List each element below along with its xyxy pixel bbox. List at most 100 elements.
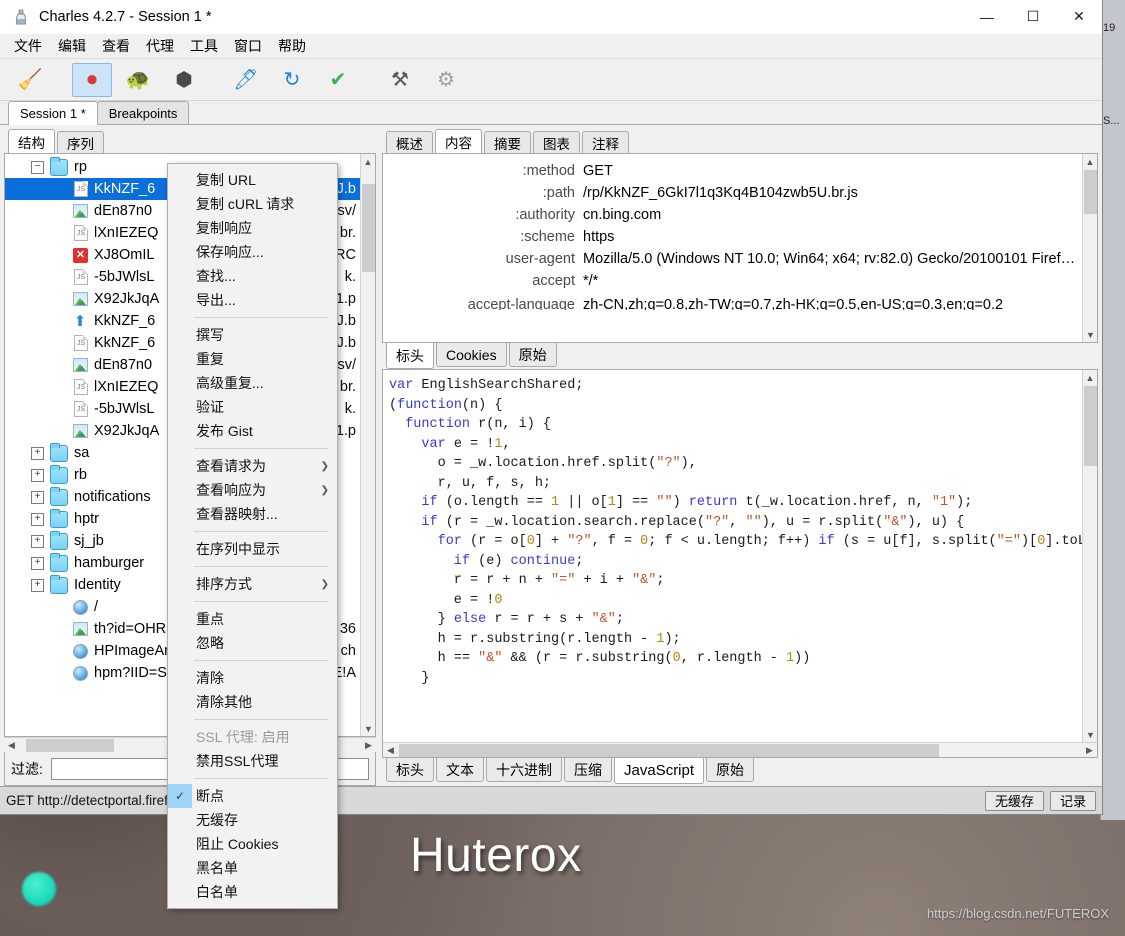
tools-icon[interactable]: ⚒	[380, 63, 420, 97]
code-scroll-thumb[interactable]	[1084, 386, 1097, 466]
tab-contents[interactable]: 内容	[435, 129, 482, 153]
menu-help[interactable]: 帮助	[270, 34, 314, 58]
ctx-disable-ssl-proxy[interactable]: 禁用SSL代理	[168, 749, 337, 773]
ctx-advanced-repeat[interactable]: 高级重复...	[168, 371, 337, 395]
tab-req-cookies[interactable]: Cookies	[436, 343, 507, 367]
ctx-viewer-mapping[interactable]: 查看器映射...	[168, 502, 337, 526]
ctx-view-response-as[interactable]: 查看响应为 ❯	[168, 478, 337, 502]
ctx-validate[interactable]: 验证	[168, 395, 337, 419]
ctx-save-response[interactable]: 保存响应...	[168, 240, 337, 264]
ctx-show-in-sequence[interactable]: 在序列中显示	[168, 537, 337, 561]
tab-breakpoints[interactable]: Breakpoints	[96, 101, 190, 124]
menu-edit[interactable]: 编辑	[50, 34, 94, 58]
ctx-clear[interactable]: 清除	[168, 666, 337, 690]
ctx-view-request-as[interactable]: 查看请求为 ❯	[168, 454, 337, 478]
ctx-allowlist[interactable]: 白名单	[168, 880, 337, 904]
menu-window[interactable]: 窗口	[226, 34, 270, 58]
tab-summary[interactable]: 摘要	[484, 131, 531, 153]
breakpoints-hex-icon[interactable]: ⬢	[164, 63, 204, 97]
chevron-right-icon: ❯	[320, 460, 329, 472]
tab-notes[interactable]: 注释	[582, 131, 629, 153]
tab-res-javascript[interactable]: JavaScript	[614, 758, 705, 784]
tab-sequence[interactable]: 序列	[57, 131, 104, 153]
tab-req-raw[interactable]: 原始	[508, 343, 557, 367]
tab-res-raw[interactable]: 原始	[706, 758, 755, 782]
code-vertical-scrollbar[interactable]: ▲ ▼	[1082, 370, 1097, 742]
ctx-repeat[interactable]: 重复	[168, 347, 337, 371]
scroll-down-icon[interactable]: ▼	[361, 721, 376, 736]
tree-toggle-plus[interactable]: +	[31, 534, 44, 548]
menu-tools[interactable]: 工具	[182, 34, 226, 58]
tab-chart[interactable]: 图表	[533, 131, 580, 153]
scroll-left-icon[interactable]: ◀	[4, 740, 19, 751]
code-line: }	[389, 669, 1082, 689]
throttle-turtle-icon[interactable]: 🐢	[118, 63, 158, 97]
tab-overview[interactable]: 概述	[386, 131, 433, 153]
tab-res-compressed[interactable]: 压缩	[564, 758, 612, 782]
ctx-export[interactable]: 导出...	[168, 288, 337, 312]
context-menu[interactable]: 复制 URL 复制 cURL 请求 复制响应 保存响应... 查找... 导出... 撰写重…	[167, 163, 338, 909]
scroll-up-icon[interactable]: ▲	[361, 154, 375, 169]
ctx-find[interactable]: 查找...	[168, 264, 337, 288]
tab-res-headers[interactable]: 标头	[386, 758, 434, 782]
ctx-sort-by[interactable]: 排序方式 ❯	[168, 572, 337, 596]
ctx-clear-other[interactable]: 清除其他	[168, 690, 337, 714]
tab-res-text[interactable]: 文本	[436, 758, 484, 782]
ctx-compose[interactable]: 撰写	[168, 323, 337, 347]
tab-res-hex[interactable]: 十六进制	[486, 758, 562, 782]
tree-toggle-minus[interactable]: −	[31, 160, 44, 174]
code-horizontal-scrollbar[interactable]: ◀ ▶	[383, 742, 1097, 757]
scroll-thumb[interactable]	[362, 184, 375, 272]
javascript-code-viewer[interactable]: var EnglishSearchShared; (function(n) { f…	[383, 370, 1082, 742]
statusbar-recording-button[interactable]: 记录	[1049, 790, 1096, 811]
ctx-block-cookies[interactable]: 阻止 Cookies	[168, 832, 337, 856]
tab-session-1[interactable]: Session 1 *	[8, 101, 98, 125]
headers-vertical-scrollbar[interactable]: ▲ ▼	[1082, 154, 1097, 342]
tree-vertical-scrollbar[interactable]: ▲ ▼	[360, 154, 375, 736]
menu-view[interactable]: 查看	[94, 34, 138, 58]
tree-toggle-plus[interactable]: +	[31, 556, 44, 570]
tree-item-label: sj_jb	[74, 533, 104, 549]
ctx-copy-response[interactable]: 复制响应	[168, 216, 337, 240]
menu-file[interactable]: 文件	[6, 34, 50, 58]
validate-check-icon[interactable]: ✔	[318, 63, 358, 97]
code-scroll-left-icon[interactable]: ◀	[383, 745, 398, 756]
settings-gear-icon[interactable]: ⚙	[426, 63, 466, 97]
headers-scroll-thumb[interactable]	[1084, 170, 1097, 214]
headers-scroll-down-icon[interactable]: ▼	[1083, 327, 1098, 342]
minimize-button[interactable]: —	[964, 0, 1010, 34]
headers-scroll-up-icon[interactable]: ▲	[1083, 154, 1097, 169]
tree-toggle-plus[interactable]: +	[31, 578, 44, 592]
tree-toggle-plus[interactable]: +	[31, 512, 44, 526]
code-scroll-right-icon[interactable]: ▶	[1082, 745, 1097, 756]
tree-toggle-plus[interactable]: +	[31, 490, 44, 504]
background-window[interactable]: 19 S...	[1100, 0, 1125, 820]
ctx-breakpoints[interactable]: ✓ 断点	[168, 784, 337, 808]
ctx-blocklist[interactable]: 黑名单	[168, 856, 337, 880]
scroll-right-icon[interactable]: ▶	[361, 740, 376, 751]
ctx-no-caching[interactable]: 无缓存	[168, 808, 337, 832]
code-hscroll-thumb[interactable]	[399, 744, 939, 757]
tab-structure[interactable]: 结构	[8, 129, 55, 153]
tree-toggle-plus[interactable]: +	[31, 468, 44, 482]
tab-req-headers[interactable]: 标头	[386, 343, 434, 369]
ctx-copy-curl-request[interactable]: 复制 cURL 请求	[168, 192, 337, 216]
ctx-copy-url[interactable]: 复制 URL	[168, 168, 337, 192]
close-button[interactable]: ✕	[1056, 0, 1102, 34]
statusbar-no-caching-button[interactable]: 无缓存	[984, 790, 1044, 811]
menu-proxy[interactable]: 代理	[138, 34, 182, 58]
wallpaper-blob-icon	[22, 872, 56, 906]
hscroll-thumb[interactable]	[26, 739, 114, 752]
ctx-publish-gist[interactable]: 发布 Gist	[168, 419, 337, 443]
maximize-button[interactable]: ☐	[1010, 0, 1056, 34]
ctx-ignore[interactable]: 忽略	[168, 631, 337, 655]
repeat-refresh-icon[interactable]: ↻	[272, 63, 312, 97]
code-scroll-down-icon[interactable]: ▼	[1083, 727, 1098, 742]
record-icon[interactable]: ⏺	[72, 62, 112, 97]
ctx-focus[interactable]: 重点	[168, 607, 337, 631]
clear-broom-icon[interactable]: 🧹	[10, 63, 50, 97]
code-scroll-up-icon[interactable]: ▲	[1083, 370, 1097, 385]
compose-pen-icon[interactable]: 🖊	[226, 63, 266, 97]
tree-toggle-plus[interactable]: +	[31, 446, 44, 460]
headers-list[interactable]: :method GET:path/rp/KkNZF_6GkI7l1q3Kq4B10…	[383, 154, 1082, 342]
